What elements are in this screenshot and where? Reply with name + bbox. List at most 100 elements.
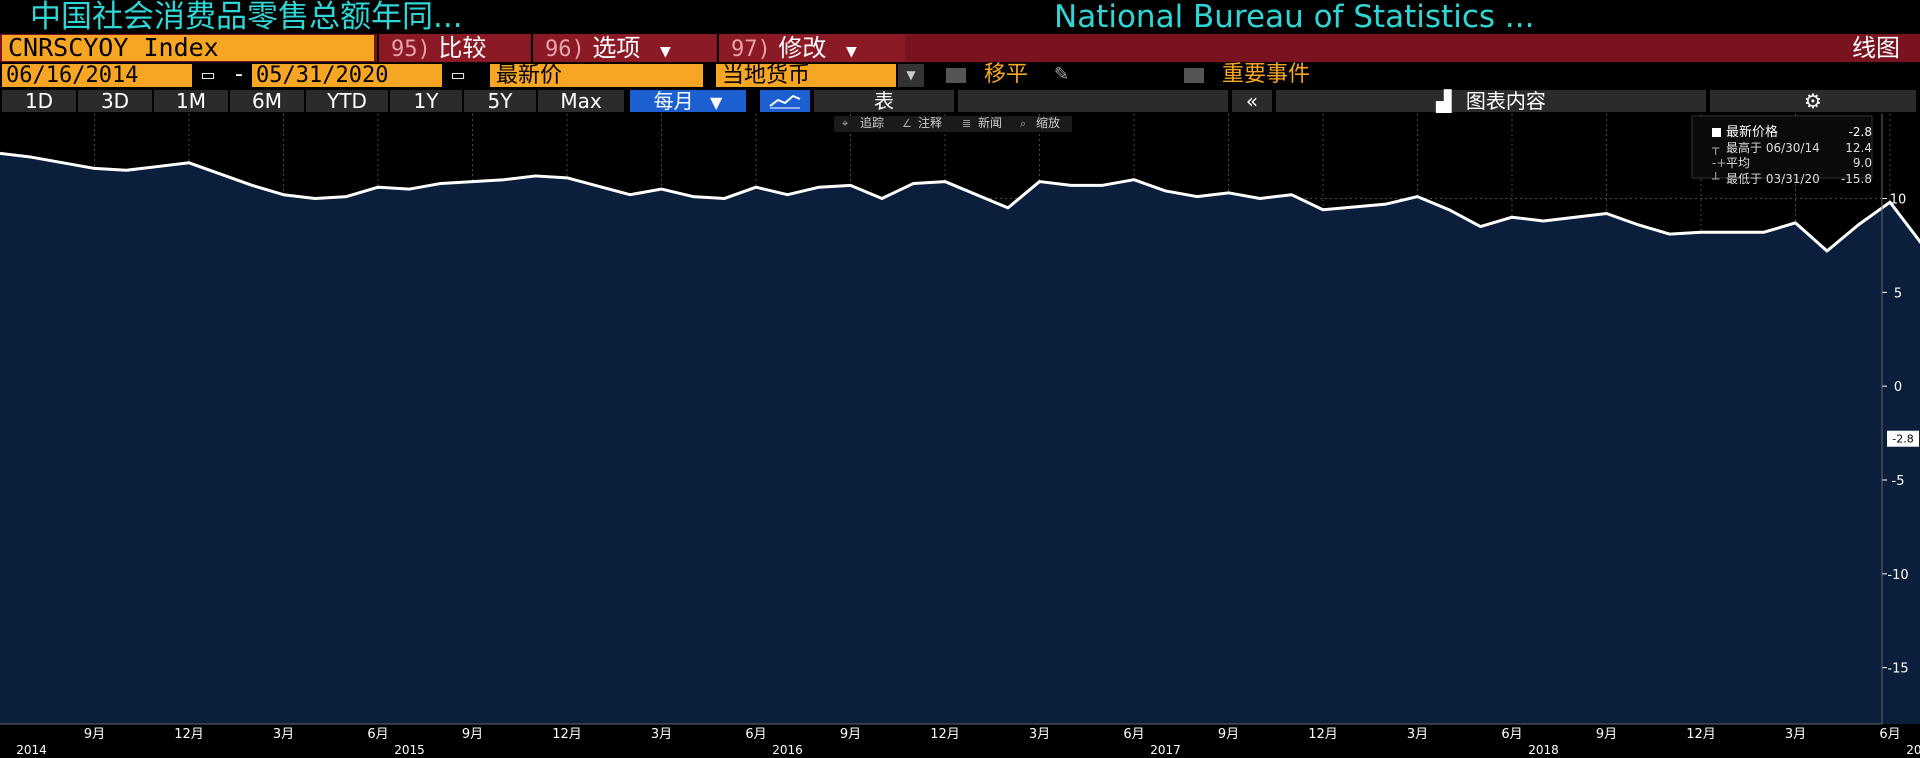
y-tick-label: 10 bbox=[1890, 192, 1907, 207]
events-label: 重要事件 bbox=[1222, 62, 1311, 87]
chart-contents-label: 图表内容 bbox=[1465, 89, 1546, 113]
range-button-6m[interactable]: 6M bbox=[230, 90, 304, 112]
table-button[interactable]: 表 bbox=[814, 90, 954, 112]
command-bar: CNRSCYOY Index 95) 比较 96) 选项 ▼ 97) 修改 ▼ … bbox=[0, 34, 1920, 62]
line-chart-button[interactable] bbox=[760, 90, 810, 112]
year-label: 2017 bbox=[1150, 743, 1181, 757]
moving-avg-label: 移平 bbox=[984, 62, 1029, 87]
calendar-icon[interactable]: ▭ bbox=[197, 65, 219, 85]
legend-swatch bbox=[1712, 128, 1721, 137]
news-tool[interactable]: 新闻 bbox=[978, 115, 1002, 130]
moving-avg-checkbox[interactable] bbox=[946, 68, 966, 83]
range-button-1y[interactable]: 1Y bbox=[390, 90, 462, 112]
modify-num: 97) bbox=[731, 37, 771, 62]
x-tick-label: 3月 bbox=[651, 727, 672, 742]
legend-low-value: -15.8 bbox=[1841, 172, 1872, 186]
compare-label: 比较 bbox=[438, 34, 487, 62]
collapse-icon[interactable]: « bbox=[1232, 90, 1272, 112]
legend-low-label: 最低于 03/31/20 bbox=[1726, 172, 1820, 186]
x-tick-label: 6月 bbox=[1123, 727, 1144, 742]
x-tick-label: 9月 bbox=[840, 727, 861, 742]
view-label: 线图 bbox=[1852, 34, 1900, 62]
x-tick-label: 3月 bbox=[1407, 727, 1428, 742]
y-tick-label: -5 bbox=[1892, 474, 1905, 489]
last-value-badge-text: -2.8 bbox=[1892, 433, 1913, 446]
x-tick-label: 9月 bbox=[462, 727, 483, 742]
y-tick-label: -15 bbox=[1887, 662, 1908, 677]
x-tick-label: 3月 bbox=[273, 727, 294, 742]
x-tick-label: 6月 bbox=[1501, 727, 1522, 742]
range-button-1m[interactable]: 1M bbox=[154, 90, 228, 112]
spacer-bar bbox=[958, 90, 1228, 112]
modify-label: 修改 bbox=[778, 34, 827, 62]
zoom-tool[interactable]: 缩放 bbox=[1036, 115, 1060, 130]
high-marker-icon: ┬ bbox=[1711, 141, 1720, 155]
chevron-down-icon: ▼ bbox=[846, 44, 857, 60]
year-label: 2018 bbox=[1528, 743, 1559, 757]
caret-down-icon: ▼ bbox=[710, 93, 723, 112]
x-tick-label: 12月 bbox=[1308, 727, 1338, 742]
modify-button[interactable]: 97) 修改 ▼ bbox=[717, 34, 905, 62]
frequency-select[interactable]: 每月 ▼ bbox=[630, 90, 746, 112]
currency-select[interactable]: 当地货币 bbox=[716, 64, 896, 87]
security-title: 中国社会消费品零售总额年同... bbox=[30, 0, 463, 35]
track-tool[interactable]: 追踪 bbox=[860, 115, 884, 130]
year-label: 2019 bbox=[1906, 743, 1920, 757]
y-tick-label: -10 bbox=[1887, 568, 1908, 583]
chart-tools: ⌖ 追踪 ∠ 注释 ≣ 新闻 ⌕ 缩放 bbox=[834, 115, 1072, 132]
line-chart-icon bbox=[769, 94, 801, 109]
crosshair-icon: ⌖ bbox=[842, 117, 848, 130]
title-bar: 中国社会消费品零售总额年同... National Bureau of Stat… bbox=[0, 0, 1920, 34]
legend-high-value: 12.4 bbox=[1845, 141, 1872, 155]
chart-area: 10 5 0 -5 -10 -15 9月 12月 3月 6月 9月 12月 3月 6月 9月 12月 3月 6月… bbox=[0, 114, 1920, 758]
x-tick-label: 6月 bbox=[367, 727, 388, 742]
range-button-ytd[interactable]: YTD bbox=[306, 90, 388, 112]
range-button-3d[interactable]: 3D bbox=[78, 90, 152, 112]
x-tick-label: 9月 bbox=[1218, 727, 1239, 742]
source-title: National Bureau of Statistics ... bbox=[1054, 0, 1535, 35]
x-tick-label: 12月 bbox=[174, 727, 204, 742]
compare-num: 95) bbox=[391, 37, 431, 62]
x-tick-label: 9月 bbox=[84, 727, 105, 742]
legend-high-label: 最高于 06/30/14 bbox=[1726, 140, 1820, 155]
events-checkbox[interactable] bbox=[1184, 68, 1204, 83]
legend-last-label: 最新价格 bbox=[1726, 124, 1778, 140]
x-tick-label: 3月 bbox=[1029, 727, 1050, 742]
low-marker-icon: ┴ bbox=[1711, 171, 1720, 186]
x-tick-label: 9月 bbox=[1596, 727, 1617, 742]
annotate-icon: ∠ bbox=[902, 117, 912, 130]
price-field-select[interactable]: 最新价 bbox=[490, 64, 703, 87]
x-tick-label: 6月 bbox=[1879, 727, 1900, 742]
year-label: 2014 bbox=[16, 743, 47, 757]
zoom-icon: ⌕ bbox=[1020, 117, 1026, 130]
compare-button[interactable]: 95) 比较 bbox=[377, 34, 530, 62]
legend-avg-label: 平均 bbox=[1726, 156, 1750, 170]
x-tick-label: 12月 bbox=[1686, 727, 1716, 742]
end-date-field[interactable]: 05/31/2020 bbox=[252, 64, 442, 87]
range-button-1d[interactable]: 1D bbox=[2, 90, 76, 112]
annotate-tool[interactable]: 注释 bbox=[918, 115, 942, 130]
range-button-max[interactable]: Max bbox=[538, 90, 624, 112]
frequency-label: 每月 bbox=[653, 89, 694, 113]
year-label: 2015 bbox=[394, 743, 425, 757]
x-tick-label: 6月 bbox=[745, 727, 766, 742]
settings-bar: 06/16/2014 ▭ - 05/31/2020 ▭ 最新价 当地货币 ▼ 移… bbox=[0, 62, 1920, 88]
calendar-icon[interactable]: ▭ bbox=[447, 65, 469, 85]
legend-last-value: -2.8 bbox=[1849, 125, 1872, 139]
range-button-5y[interactable]: 5Y bbox=[464, 90, 536, 112]
last-value-badge: -2.8 bbox=[1887, 430, 1919, 447]
legend-avg-value: 9.0 bbox=[1853, 156, 1872, 170]
x-tick-label: 12月 bbox=[930, 727, 960, 742]
pencil-icon[interactable]: ✎ bbox=[1054, 64, 1069, 86]
series-area bbox=[0, 153, 1920, 724]
start-date-field[interactable]: 06/16/2014 bbox=[2, 64, 192, 87]
gear-icon[interactable]: ⚙ bbox=[1710, 90, 1916, 112]
options-num: 96) bbox=[545, 37, 585, 62]
chevron-down-icon[interactable]: ▼ bbox=[898, 64, 924, 87]
chart-contents-button[interactable]: ▟ 图表内容 bbox=[1276, 90, 1706, 112]
options-button[interactable]: 96) 选项 ▼ bbox=[531, 34, 716, 62]
y-tick-label: 0 bbox=[1894, 380, 1902, 395]
ticker-field[interactable]: CNRSCYOY Index bbox=[2, 35, 374, 61]
date-separator: - bbox=[235, 62, 243, 87]
legend: 最新价格 -2.8 ┬ 最高于 06/30/14 12.4 -+- 平均 9.0… bbox=[1691, 115, 1873, 186]
